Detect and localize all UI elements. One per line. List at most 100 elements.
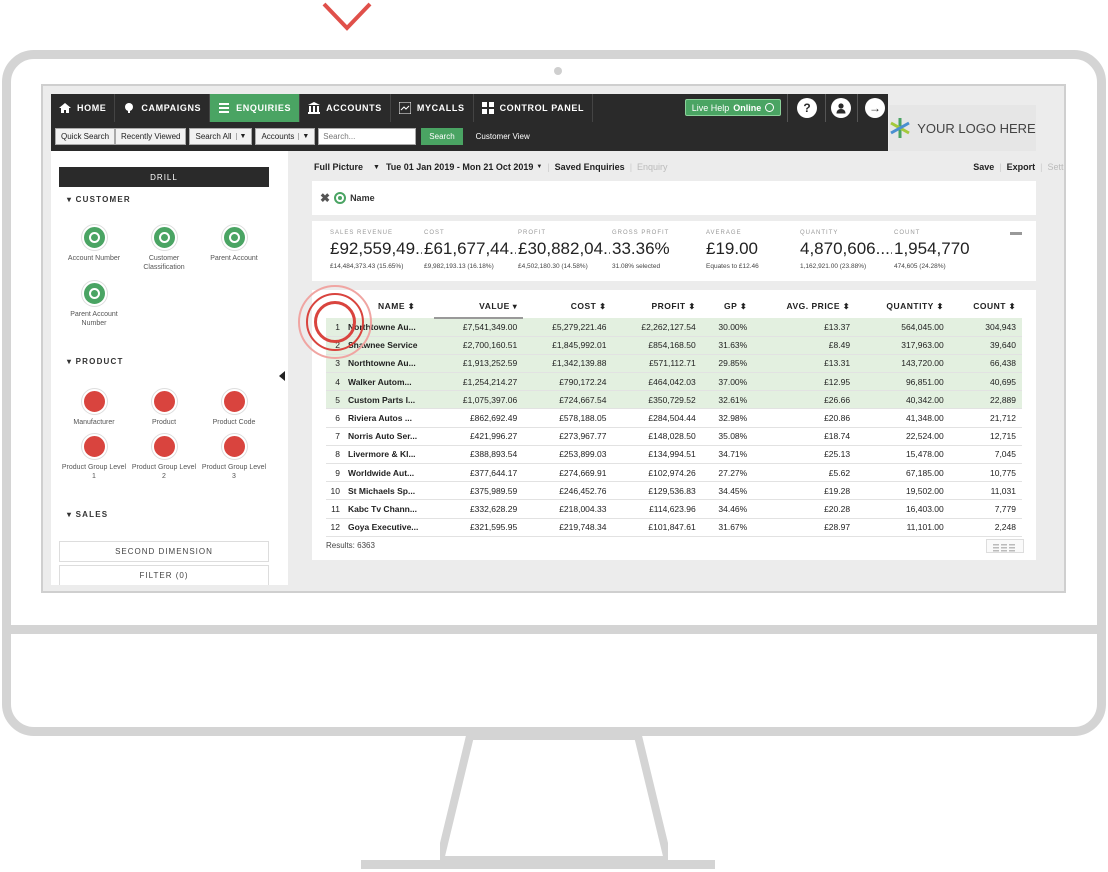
nav-item-accounts[interactable]: ACCOUNTS <box>300 94 391 122</box>
nav-item-enquiries[interactable]: ENQUIRIES <box>210 94 301 122</box>
column-header-gp[interactable]: GP ⬍ <box>702 294 754 318</box>
cell-name[interactable]: Custom Parts I... <box>348 390 434 410</box>
caret-down-icon[interactable]: ▼ <box>373 164 380 171</box>
table-row[interactable]: 2 Shawnee Service £2,700,160.51 £1,845,992.… <box>326 336 1022 355</box>
column-header-quantity[interactable]: QUANTITY ⬍ <box>856 294 950 318</box>
cell-value: £388,893.54 <box>434 445 524 465</box>
cell-gp: 29.85% <box>701 354 754 374</box>
cell-avg: £18.74 <box>753 427 857 446</box>
search-all-select[interactable]: Search All ▼ <box>189 128 253 145</box>
dimension-manufacturer[interactable]: Manufacturer <box>59 389 129 427</box>
cell-value: £375,989.59 <box>434 481 524 501</box>
cell-count: 2,248 <box>949 518 1022 537</box>
full-picture-select[interactable]: Full Picture <box>314 162 363 172</box>
minimize-icon[interactable] <box>1010 232 1022 235</box>
table-row[interactable]: 12 Goya Executive... £321,595.95 £219,748.3… <box>326 518 1022 537</box>
product-dimension-icon <box>151 389 177 414</box>
nav-item-mycalls[interactable]: MYCALLS <box>391 94 474 122</box>
recently-viewed-tab[interactable]: Recently Viewed <box>115 128 187 145</box>
nav-item-campaigns[interactable]: CAMPAIGNS <box>115 94 211 122</box>
logo-text: YOUR LOGO HERE <box>917 120 1036 136</box>
customer-view-link[interactable]: Customer View <box>476 132 530 141</box>
cell-name[interactable]: Goya Executive... <box>348 518 434 537</box>
search-toolbar: Quick Search Recently Viewed Search All ▼… <box>51 122 888 151</box>
dimension-label: Account Number <box>67 255 121 262</box>
quick-search-tab[interactable]: Quick Search <box>55 128 116 145</box>
table-row[interactable]: 9 Worldwide Aut... £377,644.17 £274,669.91 £… <box>326 463 1022 483</box>
column-header-profit[interactable]: PROFIT ⬍ <box>612 294 701 318</box>
cell-name[interactable]: Northtowne Au... <box>348 354 434 374</box>
dimension-parent-account-number[interactable]: Parent Account Number <box>59 281 129 328</box>
cell-name[interactable]: Norris Auto Ser... <box>348 427 434 446</box>
column-header-cost[interactable]: COST ⬍ <box>523 294 612 318</box>
nav-item-control-panel[interactable]: CONTROL PANEL <box>474 94 594 122</box>
date-range-select[interactable]: Tue 01 Jan 2019 - Mon 21 Oct 2019 <box>386 162 533 172</box>
table-row[interactable]: 6 Riviera Autos ... £862,692.49 £578,188.05… <box>326 408 1022 428</box>
column-header-label: AVG. PRICE <box>786 301 840 311</box>
filter-button[interactable]: FILTER (0) <box>59 565 269 585</box>
user-icon[interactable] <box>831 98 851 118</box>
table-row[interactable]: 5 Custom Parts I... £1,075,397.06 £724,667.… <box>326 390 1022 410</box>
cell-idx: 11 <box>326 499 348 519</box>
remove-filter-icon[interactable]: ✖ <box>320 191 330 205</box>
dimension-product-group-level-2[interactable]: Product Group Level 2 <box>129 434 199 481</box>
dimension-parent-account[interactable]: Parent Account <box>199 225 269 263</box>
view-toggle-icon[interactable] <box>986 539 1024 553</box>
accounts-select[interactable]: Accounts ▼ <box>255 128 316 145</box>
customer-section-toggle[interactable]: ▾ CUSTOMER <box>67 195 131 204</box>
table-row[interactable]: 7 Norris Auto Ser... £421,996.27 £273,967.7… <box>326 427 1022 446</box>
table-row[interactable]: 4 Walker Autom... £1,254,214.27 £790,172.24… <box>326 372 1022 392</box>
cell-profit: £2,262,127.54 <box>612 318 702 337</box>
dimension-product[interactable]: Product <box>129 389 199 427</box>
cell-avg: £25.13 <box>753 445 857 465</box>
sales-section-toggle[interactable]: ▾ SALES <box>67 510 108 519</box>
cell-name[interactable]: Riviera Autos ... <box>348 408 434 428</box>
table-row[interactable]: 8 Livermore & Kl... £388,893.54 £253,899.03… <box>326 445 1022 465</box>
cell-name[interactable]: Walker Autom... <box>348 372 434 392</box>
monitor-stand <box>440 736 668 860</box>
collapse-sidebar-icon[interactable] <box>279 371 285 381</box>
cell-count: 7,779 <box>949 499 1022 519</box>
cell-name[interactable]: Worldwide Aut... <box>348 463 434 483</box>
table-row[interactable]: 1 Northtowne Au... £7,541,349.00 £5,279,221… <box>326 318 1022 337</box>
second-dimension-button[interactable]: SECOND DIMENSION <box>59 541 269 562</box>
cell-qty: 67,185.00 <box>856 463 950 483</box>
settings-button[interactable]: Settings <box>1047 162 1064 172</box>
table-row[interactable]: 3 Northtowne Au... £1,913,252.59 £1,342,139… <box>326 354 1022 374</box>
dimension-product-group-level-1[interactable]: Product Group Level 1 <box>59 434 129 481</box>
save-button[interactable]: Save <box>973 162 994 172</box>
kpi-sub: Equates to £12.46 <box>706 263 759 270</box>
column-header-avg-price[interactable]: AVG. PRICE ⬍ <box>753 294 856 318</box>
cell-name[interactable]: Livermore & Kl... <box>348 445 434 465</box>
product-section-toggle[interactable]: ▾ PRODUCT <box>67 357 124 366</box>
caret-down-icon[interactable]: ▼ <box>536 164 542 170</box>
table-row[interactable]: 11 Kabc Tv Chann... £332,628.29 £218,004.33… <box>326 499 1022 519</box>
kpi-sub: 1,162,921.00 (23.88%) <box>800 263 867 270</box>
search-button[interactable]: Search <box>421 128 463 145</box>
nav-item-home[interactable]: HOME <box>51 94 116 122</box>
saved-enquiries-link[interactable]: Saved Enquiries <box>555 162 625 172</box>
cell-name[interactable]: Kabc Tv Chann... <box>348 499 434 519</box>
home-icon <box>59 103 71 113</box>
search-input[interactable]: Search... <box>318 128 417 145</box>
logout-icon[interactable]: → <box>865 98 885 118</box>
drill-header: DRILL <box>59 167 269 187</box>
cell-qty: 11,101.00 <box>856 518 950 537</box>
dimension-account-number[interactable]: Account Number <box>59 225 129 263</box>
dimension-label: Parent Account Number <box>70 311 118 327</box>
live-help-button[interactable]: Live Help Online <box>685 99 781 116</box>
export-button[interactable]: Export <box>1007 162 1036 172</box>
dimension-product-group-level-3[interactable]: Product Group Level 3 <box>199 434 269 481</box>
dimension-product-code[interactable]: Product Code <box>199 389 269 427</box>
column-header-count[interactable]: COUNT ⬍ <box>950 294 1022 318</box>
cell-name[interactable]: St Michaels Sp... <box>348 481 434 501</box>
column-header-value[interactable]: VALUE ▾ <box>434 294 524 319</box>
sort-icon: ⬍ <box>1008 302 1016 311</box>
help-icon[interactable]: ? <box>797 98 817 118</box>
enquiry-link[interactable]: Enquiry <box>637 162 668 172</box>
cell-profit: £350,729.52 <box>612 390 702 410</box>
table-row[interactable]: 10 St Michaels Sp... £375,989.59 £246,452.7… <box>326 481 1022 501</box>
cell-qty: 15,478.00 <box>856 445 950 465</box>
dimension-customer-classification[interactable]: Customer Classification <box>129 225 199 272</box>
cell-avg: £20.86 <box>753 408 857 428</box>
